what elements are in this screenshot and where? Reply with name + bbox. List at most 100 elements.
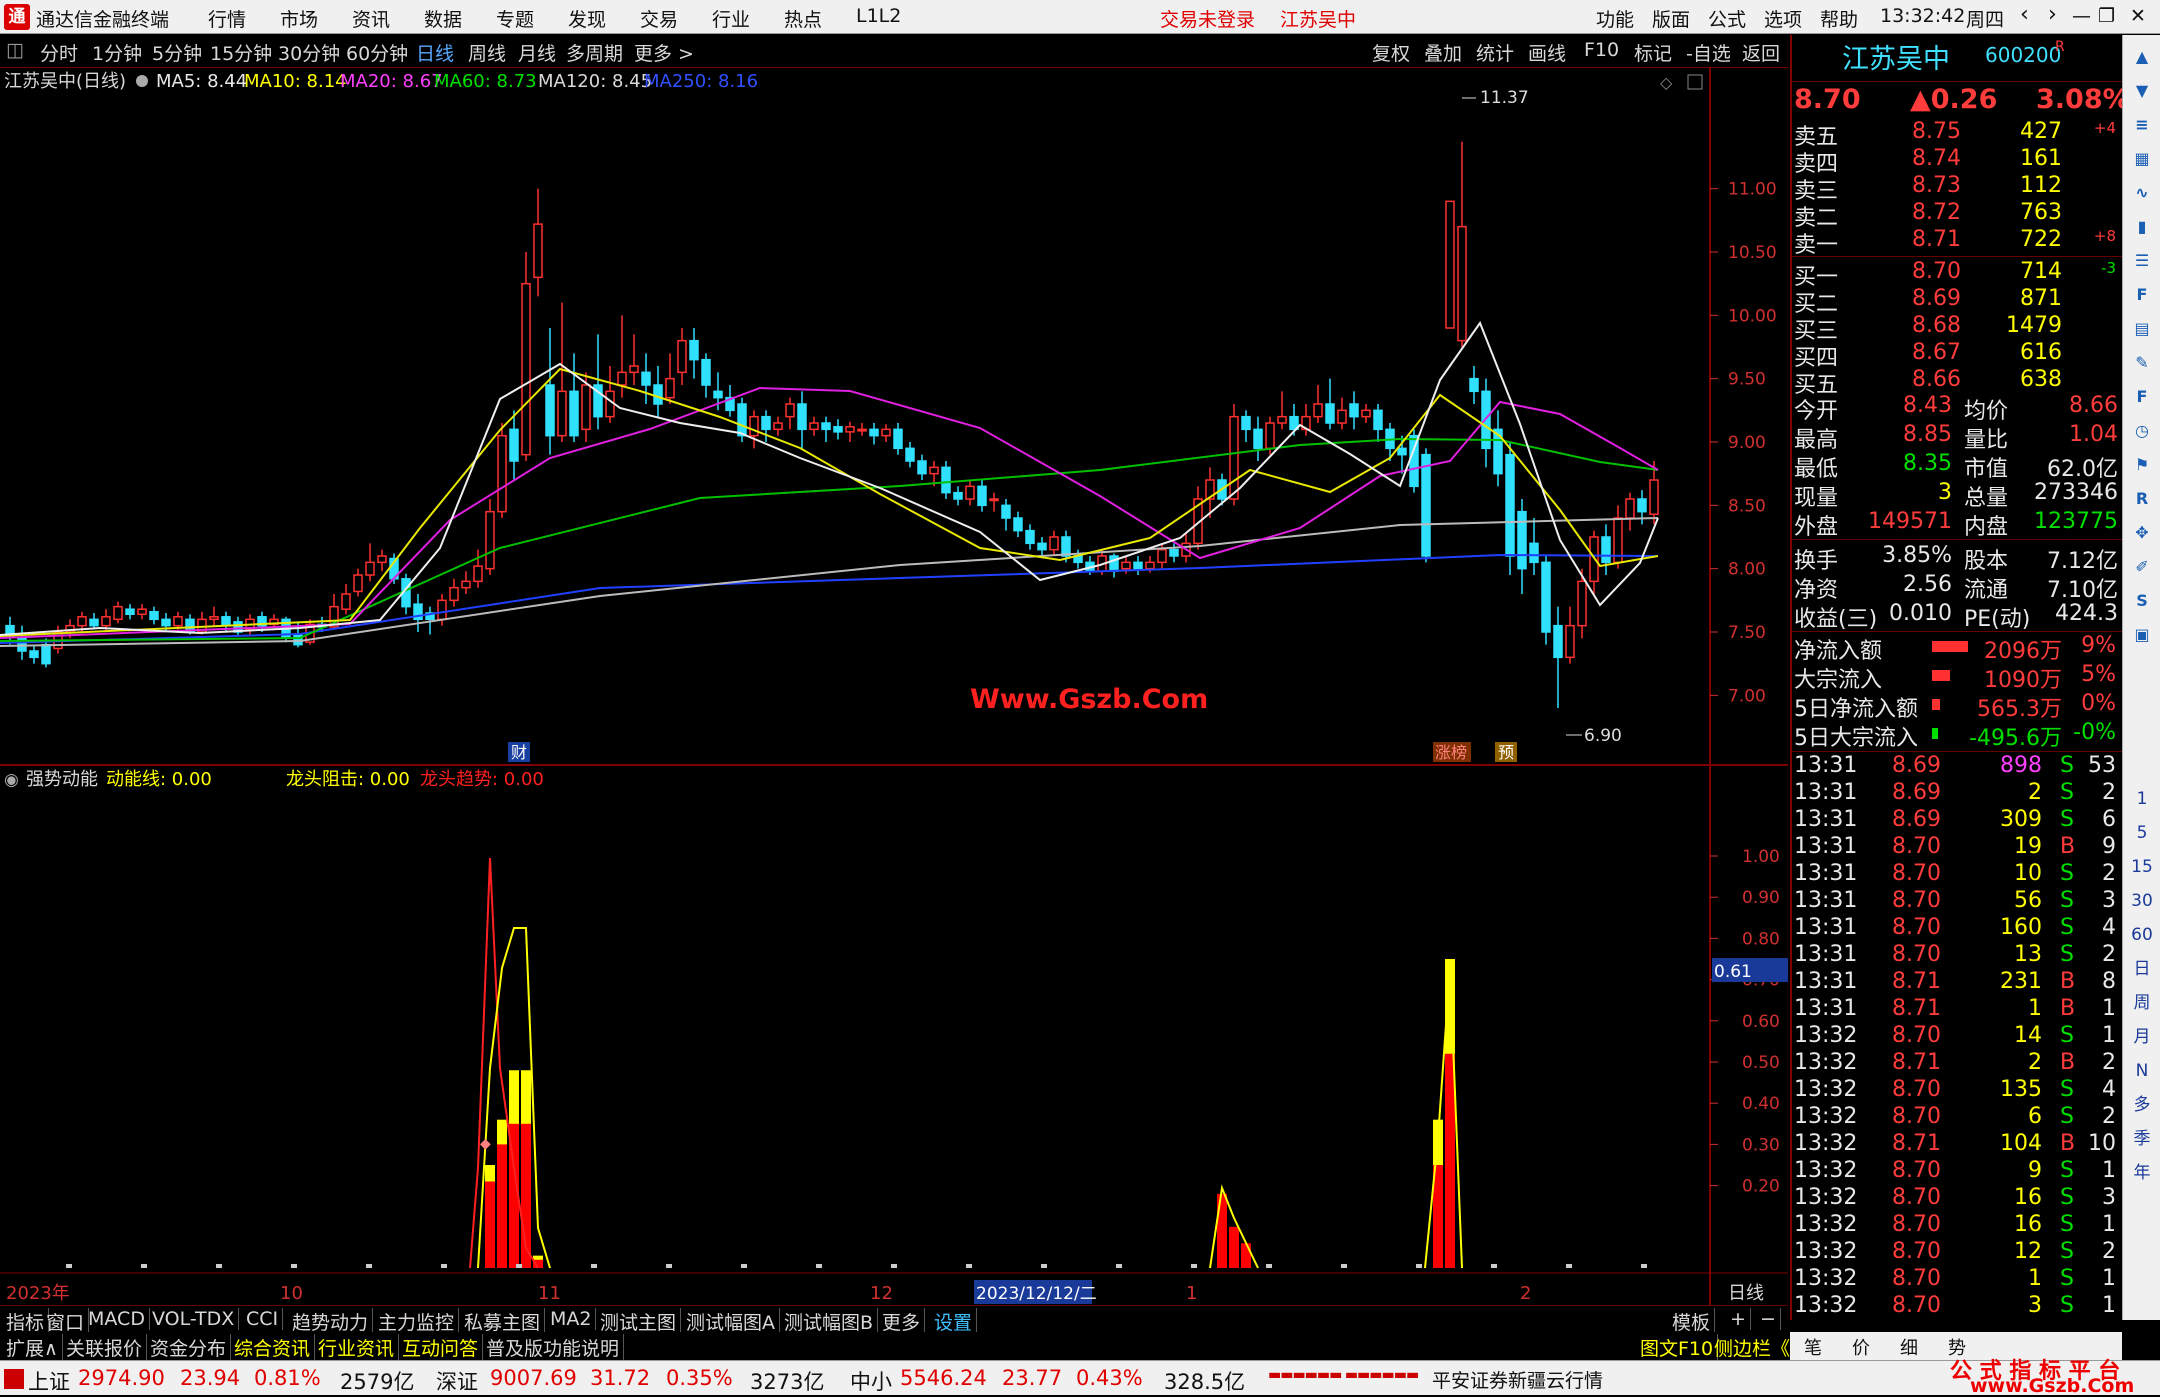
sidebar-period-7[interactable]: 月: [2128, 1023, 2156, 1051]
sidebar-period-1[interactable]: 5: [2128, 819, 2156, 847]
info-tab-1[interactable]: 关联报价: [62, 1334, 148, 1361]
tab-15min[interactable]: 15分钟: [210, 39, 272, 66]
btn-tongji[interactable]: 统计: [1476, 39, 1514, 66]
tab-5min[interactable]: 5分钟: [152, 39, 202, 66]
indicator-tab-4[interactable]: CCI: [242, 1308, 284, 1330]
tab-monthly[interactable]: 月线: [518, 39, 556, 66]
menu-item-redian[interactable]: 热点: [784, 5, 822, 32]
sidebar-period-9[interactable]: 多: [2128, 1091, 2156, 1119]
menu-item-shichang[interactable]: 市场: [280, 5, 318, 32]
restore-icon[interactable]: ❐: [2098, 5, 2115, 27]
info-right-btn-0[interactable]: 图文F10: [1636, 1334, 1719, 1361]
sidebar-period-11[interactable]: 年: [2128, 1159, 2156, 1187]
menu-item-gongneng[interactable]: 功能: [1596, 5, 1634, 32]
chart-icon[interactable]: ∿: [2128, 179, 2156, 207]
grid-icon[interactable]: ▤: [2128, 315, 2156, 343]
table-icon[interactable]: ▦: [2128, 145, 2156, 173]
sidebar-period-8[interactable]: N: [2128, 1057, 2156, 1085]
template-btn-1[interactable]: +: [1726, 1308, 1751, 1330]
indicator-tab-1[interactable]: 窗口: [42, 1308, 90, 1335]
indicator-tab-13[interactable]: 设置: [930, 1308, 978, 1335]
back-icon[interactable]: ‹: [2020, 2, 2029, 27]
menu-item-jiaoyi[interactable]: 交易: [640, 5, 678, 32]
tab-fenshi[interactable]: 分时: [40, 39, 78, 66]
fs-icon[interactable]: S: [2128, 587, 2156, 615]
indicator-tab-8[interactable]: MA2: [546, 1308, 597, 1330]
quote-tab-2[interactable]: 细: [1900, 1334, 1918, 1360]
diamond-icon[interactable]: ◇: [1660, 73, 1673, 92]
info-tab-3[interactable]: 综合资讯: [230, 1334, 316, 1361]
info-tab-6[interactable]: 普及版功能说明: [482, 1334, 625, 1361]
indicator-tab-5[interactable]: 趋势动力: [288, 1308, 374, 1335]
indicator-tab-9[interactable]: 测试主图: [596, 1308, 682, 1335]
btn-zixuan[interactable]: -自选: [1686, 39, 1731, 66]
sidebar-period-2[interactable]: 15: [2128, 853, 2156, 881]
sidebar-period-5[interactable]: 日: [2128, 955, 2156, 983]
menu-item-bangzhu[interactable]: 帮助: [1820, 5, 1858, 32]
indicator-tab-10[interactable]: 测试幅图A: [682, 1308, 780, 1335]
indicator-tab-7[interactable]: 私募主图: [460, 1308, 546, 1335]
sidebar-period-10[interactable]: 季: [2128, 1125, 2156, 1153]
f-icon[interactable]: F: [2128, 383, 2156, 411]
indicator-tab-3[interactable]: VOL-TDX: [148, 1308, 240, 1330]
doc-icon[interactable]: ☰: [2128, 247, 2156, 275]
btn-f10[interactable]: F10: [1584, 39, 1619, 61]
info-tab-4[interactable]: 行业资讯: [314, 1334, 400, 1361]
sh-label[interactable]: 上证: [28, 1366, 70, 1396]
btn-fanhui[interactable]: 返回: [1742, 39, 1780, 66]
template-btn-2[interactable]: −: [1756, 1308, 1781, 1330]
info-tab-2[interactable]: 资金分布: [146, 1334, 232, 1361]
menu-item-banmian[interactable]: 版面: [1652, 5, 1690, 32]
tab-multi[interactable]: 多周期: [566, 39, 623, 66]
tab-30min[interactable]: 30分钟: [278, 39, 340, 66]
menu-item-zixun[interactable]: 资讯: [352, 5, 390, 32]
f10-icon[interactable]: F: [2128, 281, 2156, 309]
tab-more[interactable]: 更多 >: [634, 39, 694, 66]
arrow-down-icon[interactable]: ▼: [2128, 77, 2156, 105]
menu-item-gongshi[interactable]: 公式: [1708, 5, 1746, 32]
pen-icon[interactable]: ✐: [2128, 553, 2156, 581]
forward-icon[interactable]: ›: [2048, 2, 2057, 27]
clock-icon[interactable]: ◷: [2128, 417, 2156, 445]
indicator-tab-2[interactable]: MACD: [84, 1308, 150, 1330]
zx-label[interactable]: 中小: [850, 1366, 892, 1396]
list-icon[interactable]: ≡: [2128, 111, 2156, 139]
minimize-icon[interactable]: —: [2072, 5, 2091, 27]
tab-daily[interactable]: 日线: [416, 39, 454, 66]
chart-settings-icon[interactable]: [136, 75, 148, 87]
menu-item-xuanxiang[interactable]: 选项: [1764, 5, 1802, 32]
quote-tab-0[interactable]: 笔: [1804, 1334, 1822, 1360]
indicator-tab-11[interactable]: 测试幅图B: [780, 1308, 879, 1335]
arrow-up-icon[interactable]: ▲: [2128, 43, 2156, 71]
sidebar-period-4[interactable]: 60: [2128, 921, 2156, 949]
indicator-settings-icon[interactable]: ◉: [4, 770, 19, 790]
menu-item-hangqing[interactable]: 行情: [208, 5, 246, 32]
info-tab-5[interactable]: 互动问答: [398, 1334, 484, 1361]
close-icon[interactable]: ✕: [2130, 5, 2146, 27]
info-tab-0[interactable]: 扩展∧: [2, 1334, 63, 1361]
template-btn-0[interactable]: 模板: [1668, 1308, 1716, 1335]
btn-biaoji[interactable]: 标记: [1634, 39, 1672, 66]
menu-item-hangye[interactable]: 行业: [712, 5, 750, 32]
menu-item-l1l2[interactable]: L1L2: [856, 5, 901, 27]
tab-weekly[interactable]: 周线: [468, 39, 506, 66]
indicator-tab-6[interactable]: 主力监控: [374, 1308, 460, 1335]
notes-icon[interactable]: ✎: [2128, 349, 2156, 377]
indicator-tab-12[interactable]: 更多: [878, 1308, 926, 1335]
sidebar-period-6[interactable]: 周: [2128, 989, 2156, 1017]
sidebar-period-0[interactable]: 1: [2128, 785, 2156, 813]
tab-1min[interactable]: 1分钟: [92, 39, 142, 66]
sz-label[interactable]: 深证: [436, 1366, 478, 1396]
login-status[interactable]: 交易未登录: [1160, 5, 1255, 32]
menu-item-shuju[interactable]: 数据: [424, 5, 462, 32]
sidebar-period-3[interactable]: 30: [2128, 887, 2156, 915]
btn-diejia[interactable]: 叠加: [1424, 39, 1462, 66]
menu-item-faxian[interactable]: 发现: [568, 5, 606, 32]
info-right-btn-1[interactable]: 侧边栏《: [1710, 1334, 1796, 1361]
btn-huaxian[interactable]: 画线: [1528, 39, 1566, 66]
candle-icon[interactable]: ▮: [2128, 213, 2156, 241]
tab-60min[interactable]: 60分钟: [346, 39, 408, 66]
kline-chart[interactable]: 江苏吴中(日线) MA5: 8.44 MA10: 8.14 MA20: 8.67…: [0, 68, 1788, 1305]
panel-toggle-icon[interactable]: ◫: [6, 39, 24, 61]
gallery-icon[interactable]: ▣: [2128, 621, 2156, 649]
